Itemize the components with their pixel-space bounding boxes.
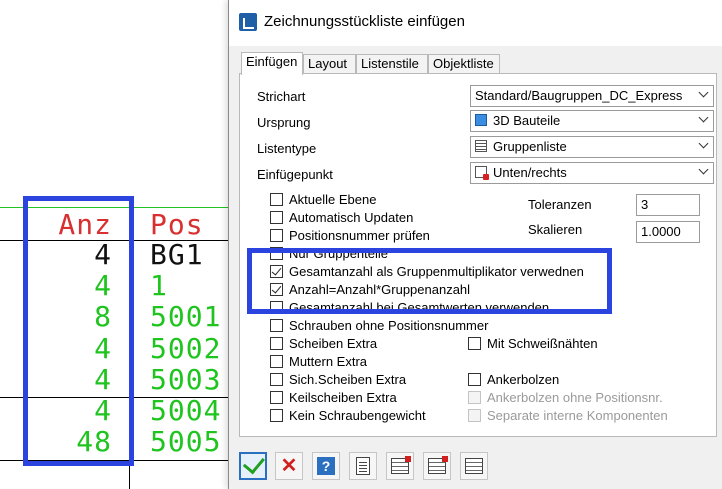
table-button[interactable] (460, 452, 488, 480)
checkbox-label: Ankerbolzen (487, 372, 560, 387)
list-icon (475, 140, 487, 152)
title-bar: Zeichnungsstückliste einfügen (229, 0, 722, 46)
help-button[interactable]: ? (312, 452, 340, 480)
document-button[interactable] (349, 452, 377, 480)
ursprung-label: Ursprung (257, 115, 311, 130)
toleranzen-input[interactable]: 3 (636, 194, 700, 216)
checkbox[interactable] (270, 391, 283, 404)
tab-objektliste[interactable]: Objektliste (428, 54, 500, 73)
cad-pos-cell: 1 (150, 269, 168, 302)
cancel-x-icon: ✕ (280, 455, 298, 477)
checkbox[interactable] (270, 319, 283, 332)
table-check-button[interactable] (386, 452, 414, 480)
checkbox[interactable] (468, 337, 481, 350)
strichart-dropdown[interactable]: Standard/Baugruppen_DC_Express (470, 85, 714, 107)
ursprung-value: 3D Bauteile (493, 113, 561, 128)
checkbox-label: Automatisch Updaten (289, 210, 414, 225)
tab-layout[interactable]: Layout (303, 54, 356, 73)
chevron-down-icon (698, 87, 709, 98)
skalieren-label: Skalieren (528, 222, 583, 237)
dialog-title: Zeichnungsstückliste einfügen (264, 13, 465, 30)
checkbox[interactable] (468, 373, 481, 386)
app-logo-icon (239, 13, 257, 31)
table-icon (465, 458, 483, 474)
toleranzen-label: Toleranzen (528, 197, 592, 212)
cad-pos-cell: 5002 (150, 332, 222, 365)
einfuegepunkt-value: Unten/rechts (493, 165, 567, 180)
ursprung-dropdown[interactable]: 3D Bauteile (470, 110, 714, 132)
checkbox (468, 391, 481, 404)
checkbox-label: Ankerbolzen ohne Positionsnr. (487, 390, 663, 405)
table-remove-button[interactable] (423, 452, 451, 480)
checkbox-label: Sich.Scheiben Extra (289, 372, 407, 387)
table-remove-icon (428, 456, 448, 474)
checkbox[interactable] (270, 337, 283, 350)
checkbox[interactable] (270, 229, 283, 242)
highlight-box-anz-column (23, 196, 134, 466)
checkbox-label: Muttern Extra (289, 354, 368, 369)
chevron-down-icon (698, 112, 709, 123)
checkbox[interactable] (270, 193, 283, 206)
einfuegepunkt-dropdown[interactable]: Unten/rechts (470, 162, 714, 184)
help-icon: ? (317, 457, 335, 475)
checkbox[interactable] (270, 373, 283, 386)
checkbox-label: Separate interne Komponenten (487, 408, 668, 423)
cad-pos-cell: 5003 (150, 363, 222, 396)
cube-icon (475, 114, 487, 126)
cad-header-pos: Pos (150, 208, 204, 241)
cad-pos-cell: BG1 (150, 238, 204, 271)
position-icon (475, 166, 489, 180)
highlight-box-checkboxes (247, 248, 612, 314)
strichart-label: Strichart (257, 89, 306, 104)
checkbox-label: Positionsnummer prüfen (289, 228, 430, 243)
checkbox-label: Kein Schraubengewicht (289, 408, 426, 423)
ok-button[interactable] (239, 450, 267, 480)
checkbox-label: Mit Schweißnähten (487, 336, 598, 351)
cancel-button[interactable]: ✕ (275, 452, 303, 480)
checkbox[interactable] (270, 409, 283, 422)
cad-pos-cell: 5004 (150, 394, 222, 427)
dialog-window: Zeichnungsstückliste einfügen Einfügen L… (228, 0, 722, 489)
listentype-label: Listentype (257, 141, 317, 156)
skalieren-input[interactable]: 1.0000 (636, 221, 700, 243)
checkbox (468, 409, 481, 422)
document-icon (356, 457, 370, 475)
ok-check-icon (242, 450, 265, 474)
chevron-down-icon (698, 164, 709, 175)
checkbox[interactable] (270, 211, 283, 224)
checkbox[interactable] (270, 355, 283, 368)
listentype-value: Gruppenliste (493, 139, 567, 154)
table-check-icon (391, 456, 411, 474)
cad-pos-cell: 5005 (150, 425, 222, 458)
checkbox-label: Aktuelle Ebene (289, 192, 377, 207)
checkbox-label: Keilscheiben Extra (289, 390, 397, 405)
tab-einfuegen[interactable]: Einfügen (241, 52, 303, 75)
einfuegepunkt-label: Einfügepunkt (257, 167, 333, 182)
listentype-dropdown[interactable]: Gruppenliste (470, 136, 714, 158)
checkbox-label: Schrauben ohne Positionsnummer (289, 318, 489, 333)
chevron-down-icon (698, 138, 709, 149)
tab-listenstile[interactable]: Listenstile (356, 54, 428, 73)
cad-pos-cell: 5001 (150, 300, 222, 333)
checkbox-label: Scheiben Extra (289, 336, 378, 351)
strichart-value: Standard/Baugruppen_DC_Express (475, 88, 683, 103)
